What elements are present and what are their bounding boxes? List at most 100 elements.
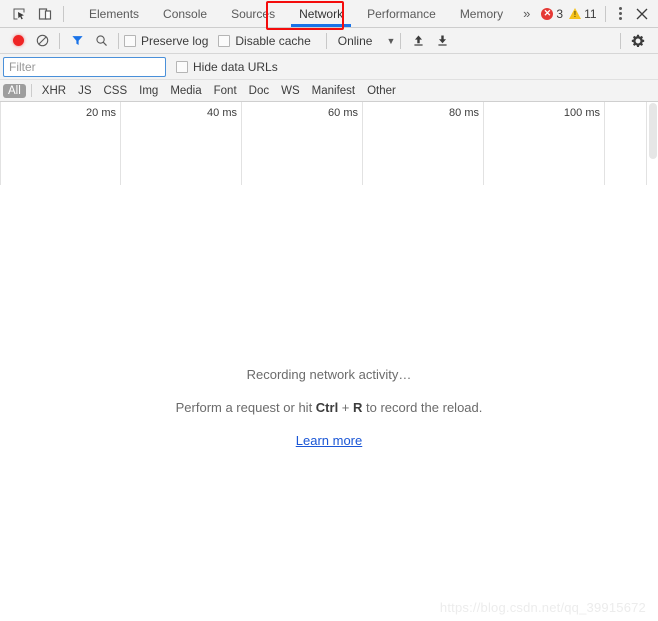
hint-key-r: R <box>353 400 363 415</box>
type-filter-media[interactable]: Media <box>165 84 206 98</box>
export-har-button[interactable] <box>430 30 454 52</box>
type-filter-img-label: Img <box>139 84 159 97</box>
resource-type-filters: All XHR JS CSS Img Media Font Doc WS Man… <box>0 80 658 102</box>
timeline-tick-60ms: 60 ms <box>242 102 363 186</box>
type-filter-all[interactable]: All <box>3 83 26 98</box>
timeline-tick-100ms: 100 ms <box>484 102 605 186</box>
search-button[interactable] <box>89 30 113 52</box>
inspect-cursor-icon[interactable] <box>6 1 32 27</box>
type-filter-font[interactable]: Font <box>209 84 242 98</box>
timeline-tick-40ms-label: 40 ms <box>207 107 237 119</box>
tab-performance[interactable]: Performance <box>355 0 448 27</box>
devtools-tabbar: Elements Console Sources Network Perform… <box>0 0 658 30</box>
record-button[interactable] <box>6 30 30 52</box>
toolbar-divider-4 <box>400 32 402 49</box>
type-filter-ws-label: WS <box>281 84 300 97</box>
chevron-down-icon: ▼ <box>386 35 396 46</box>
toolbar-divider-2 <box>118 32 119 49</box>
error-icon: ✕ <box>541 7 554 20</box>
disable-cache-box <box>218 34 231 47</box>
type-filter-other[interactable]: Other <box>362 84 401 98</box>
tabbar-divider <box>63 5 64 22</box>
type-filter-js[interactable]: JS <box>73 84 96 98</box>
error-count: 3 <box>556 6 564 21</box>
timeline-scrollbar[interactable] <box>646 102 658 186</box>
devtools-window: Elements Console Sources Network Perform… <box>0 0 658 621</box>
toolbar-divider-5 <box>620 32 621 49</box>
tab-sources[interactable]: Sources <box>219 0 287 27</box>
tab-sources-label: Sources <box>231 6 276 21</box>
warning-icon <box>569 8 582 19</box>
preserve-log-box <box>124 34 136 47</box>
type-filter-doc[interactable]: Doc <box>244 84 274 98</box>
tab-network[interactable]: Network <box>287 0 355 27</box>
hint-key-ctrl: Ctrl <box>315 400 339 415</box>
hide-data-urls-box <box>176 60 188 73</box>
timeline-tick-20ms: 20 ms <box>0 102 121 186</box>
tab-memory[interactable]: Memory <box>448 0 515 27</box>
network-timeline-overview[interactable]: 20 ms 40 ms 60 ms 80 ms 100 ms <box>0 102 658 187</box>
network-filter-row: Hide data URLs <box>0 54 658 80</box>
close-icon[interactable] <box>630 8 654 20</box>
tab-console[interactable]: Console <box>151 0 219 27</box>
tab-memory-label: Memory <box>459 6 504 21</box>
watermark: https://blog.csdn.net/qq_39915672 <box>439 600 646 615</box>
filter-button[interactable] <box>65 30 89 52</box>
preserve-log-checkbox[interactable]: Preserve log <box>124 34 208 48</box>
tab-elements-label: Elements <box>89 6 140 21</box>
learn-more-link[interactable]: Learn more <box>296 433 362 448</box>
timeline-tick-80ms: 80 ms <box>363 102 484 186</box>
type-filter-doc-label: Doc <box>248 84 270 97</box>
device-toolbar-icon[interactable] <box>32 1 58 27</box>
type-filter-css-label: CSS <box>103 84 128 97</box>
clear-button[interactable] <box>30 30 54 52</box>
type-filter-all-label: All <box>8 84 21 97</box>
disable-cache-label: Disable cache <box>235 33 311 48</box>
timeline-scrollbar-thumb[interactable] <box>649 103 657 159</box>
network-toolbar: Preserve log Disable cache Online ▼ <box>0 28 658 54</box>
tab-network-label: Network <box>299 6 344 21</box>
throttling-value: Online <box>337 33 373 48</box>
kebab-menu-icon[interactable] <box>611 7 630 20</box>
network-empty-state: Recording network activity… Perform a re… <box>0 185 658 621</box>
settings-gear-button[interactable] <box>626 30 650 52</box>
devtools-tabs: Elements Console Sources Network Perform… <box>77 0 515 27</box>
hide-data-urls-label: Hide data URLs <box>193 59 278 74</box>
type-filter-img[interactable]: Img <box>134 84 163 98</box>
warning-badge[interactable]: 11 <box>566 7 599 21</box>
hint-prefix: Perform a request or hit <box>175 400 316 415</box>
type-filter-xhr-label: XHR <box>41 84 67 97</box>
tabbar-right-divider <box>604 5 606 22</box>
tabbar-left-icons <box>0 0 73 27</box>
type-filter-js-label: JS <box>78 84 92 97</box>
tab-elements[interactable]: Elements <box>77 0 151 27</box>
record-icon <box>12 35 24 46</box>
recording-hint-text: Perform a request or hit Ctrl + R to rec… <box>176 400 483 415</box>
disable-cache-checkbox[interactable]: Disable cache <box>218 33 311 48</box>
throttling-dropdown[interactable]: Online ▼ <box>332 34 396 48</box>
warning-count: 11 <box>584 6 597 21</box>
timeline-tick-100ms-label: 100 ms <box>563 107 600 119</box>
timeline-tick-20ms-label: 20 ms <box>86 107 116 119</box>
type-filter-divider <box>30 84 32 97</box>
recording-status-text: Recording network activity… <box>246 367 412 382</box>
hide-data-urls-checkbox[interactable]: Hide data URLs <box>176 60 278 74</box>
hint-suffix: to record the reload. <box>362 400 483 415</box>
hint-plus: + <box>338 400 354 415</box>
import-har-button[interactable] <box>406 30 430 52</box>
type-filter-css[interactable]: CSS <box>98 84 132 98</box>
type-filter-xhr[interactable]: XHR <box>37 84 71 98</box>
type-filter-ws[interactable]: WS <box>276 84 305 98</box>
tabbar-right-group: » ✕ 3 11 <box>515 0 658 27</box>
toolbar-divider-1 <box>59 32 60 49</box>
filter-input[interactable] <box>3 56 166 77</box>
error-badge[interactable]: ✕ 3 <box>538 7 566 21</box>
toolbar-divider-3 <box>325 32 327 49</box>
type-filter-manifest[interactable]: Manifest <box>307 84 360 98</box>
timeline-tick-60ms-label: 60 ms <box>328 107 358 119</box>
tab-console-label: Console <box>163 6 208 21</box>
more-tabs-icon[interactable]: » <box>515 6 538 21</box>
timeline-tick-40ms: 40 ms <box>121 102 242 186</box>
preserve-log-label: Preserve log <box>141 33 209 48</box>
type-filter-font-label: Font <box>213 84 237 97</box>
